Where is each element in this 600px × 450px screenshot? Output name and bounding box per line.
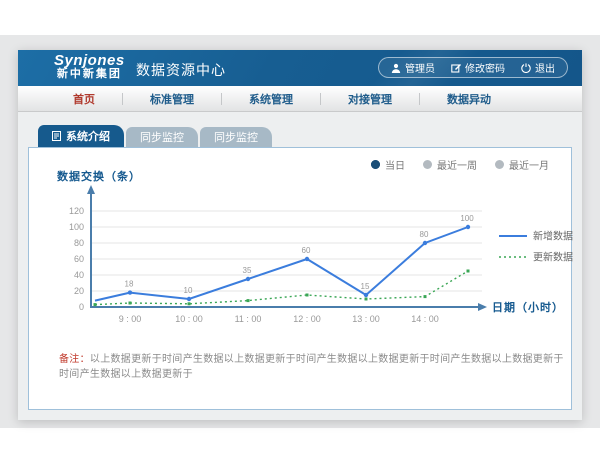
data-point-label: 60 [302, 246, 311, 255]
tab-sync-monitor-2-label: 同步监控 [214, 129, 258, 145]
data-point-label: 35 [243, 266, 252, 275]
y-tick-label: 60 [74, 254, 84, 264]
document-icon [52, 131, 61, 141]
data-point-label: 18 [125, 280, 134, 289]
tab-system-intro-label: 系统介绍 [66, 128, 110, 144]
y-axis-arrow [87, 185, 95, 194]
nav-item-data-change[interactable]: 数据异动 [420, 91, 518, 107]
x-tick-label: 13 : 00 [352, 314, 380, 324]
footnote-text: 以上数据更新于时间产生数据以上数据更新于时间产生数据以上数据更新于时间产生数据以… [59, 354, 564, 380]
y-tick-label: 0 [79, 302, 84, 312]
x-tick-label: 12 : 00 [293, 314, 321, 324]
x-tick-label: 10 : 00 [175, 314, 203, 324]
line-chart-svg: 0 20 40 60 80 100 120 9 : 00 10 : 00 11 : 00 12 : … [37, 178, 585, 336]
radio-icon [423, 160, 432, 169]
x-tick-label: 11 : 00 [235, 314, 262, 324]
y-tick-label: 80 [74, 238, 84, 248]
data-point [128, 290, 132, 294]
data-point [246, 277, 250, 281]
tab-system-intro[interactable]: 系统介绍 [38, 125, 124, 147]
data-point-label: 80 [420, 230, 429, 239]
chart-panel: 当日 最近一周 最近一月 数据交换（条） 0204060801001209 : … [28, 147, 572, 410]
radio-selected-icon [371, 160, 380, 169]
data-point [188, 302, 191, 305]
legend-label: 更新数据 [533, 251, 573, 264]
data-point [247, 299, 250, 302]
data-point [365, 298, 368, 301]
nav-item-system-mgmt[interactable]: 系统管理 [222, 91, 320, 107]
user-icon [391, 63, 401, 73]
app-header: Synjones 新中新集团 数据资源中心 管理员 修改密码 退出 [18, 50, 582, 86]
data-point [364, 293, 368, 297]
line-chart: 0 20 40 60 80 100 120 9 : 00 10 : 00 11 : 00 12 : … [37, 178, 585, 336]
x-axis-arrow [478, 303, 487, 311]
user-menu-admin-label: 管理员 [405, 60, 435, 75]
footnote: 备注：以上数据更新于时间产生数据以上数据更新于时间产生数据以上数据更新于时间产生… [59, 350, 571, 380]
series-line-更新数据 [95, 271, 468, 305]
filter-today[interactable]: 当日 [371, 157, 405, 172]
tab-sync-monitor-1[interactable]: 同步监控 [126, 127, 198, 147]
data-point [94, 303, 97, 306]
change-password-button[interactable]: 修改密码 [451, 60, 505, 75]
data-point-label: 100 [460, 214, 474, 223]
filter-last-week[interactable]: 最近一周 [423, 157, 477, 172]
data-point-label: 10 [184, 286, 193, 295]
y-tick-label: 120 [69, 206, 84, 216]
data-point [467, 270, 470, 273]
nav-item-home[interactable]: 首页 [46, 91, 122, 107]
nav-item-standard-mgmt[interactable]: 标准管理 [123, 91, 221, 107]
app-window: Synjones 新中新集团 数据资源中心 管理员 修改密码 退出 首页 标准管… [18, 50, 582, 420]
user-menu-admin[interactable]: 管理员 [391, 60, 435, 75]
tab-sync-monitor-1-label: 同步监控 [140, 129, 184, 145]
logo-brand-text: Synjones [54, 53, 125, 69]
data-point [466, 225, 470, 229]
tab-sync-monitor-2[interactable]: 同步监控 [200, 127, 272, 147]
data-point [187, 297, 191, 301]
series-line-新增数据 [95, 227, 468, 301]
tab-bar: 系统介绍 同步监控 同步监控 [38, 125, 582, 147]
x-tick-label: 9 : 00 [119, 314, 142, 324]
nav-item-interface-mgmt[interactable]: 对接管理 [321, 91, 419, 107]
filter-last-month[interactable]: 最近一月 [495, 157, 549, 172]
x-axis-title: 日期（小时） [492, 300, 564, 314]
data-point [305, 257, 309, 261]
company-logo: Synjones 新中新集团 [54, 53, 125, 80]
filter-last-month-label: 最近一月 [509, 157, 549, 172]
logo-company-name: 新中新集团 [54, 69, 125, 81]
radio-icon [495, 160, 504, 169]
data-point-label: 15 [361, 282, 370, 291]
main-nav: 首页 标准管理 系统管理 对接管理 数据异动 [18, 86, 582, 112]
filter-today-label: 当日 [385, 157, 405, 172]
filter-last-week-label: 最近一周 [437, 157, 477, 172]
y-tick-label: 20 [74, 286, 84, 296]
logout-button[interactable]: 退出 [521, 60, 555, 75]
edit-icon [451, 63, 461, 73]
x-tick-label: 14 : 00 [411, 314, 439, 324]
user-menu: 管理员 修改密码 退出 [378, 57, 568, 78]
logout-label: 退出 [535, 60, 555, 75]
data-point [129, 302, 132, 305]
power-icon [521, 63, 531, 73]
y-tick-label: 40 [74, 270, 84, 280]
data-point [306, 294, 309, 297]
data-point [424, 295, 427, 298]
data-point [423, 241, 427, 245]
legend-label: 新增数据 [533, 230, 573, 243]
change-password-label: 修改密码 [465, 60, 505, 75]
footnote-prefix: 备注： [59, 354, 90, 365]
y-tick-label: 100 [69, 222, 84, 232]
page-title: 数据资源中心 [136, 60, 226, 80]
time-range-filter: 当日 最近一周 最近一月 [371, 157, 549, 172]
